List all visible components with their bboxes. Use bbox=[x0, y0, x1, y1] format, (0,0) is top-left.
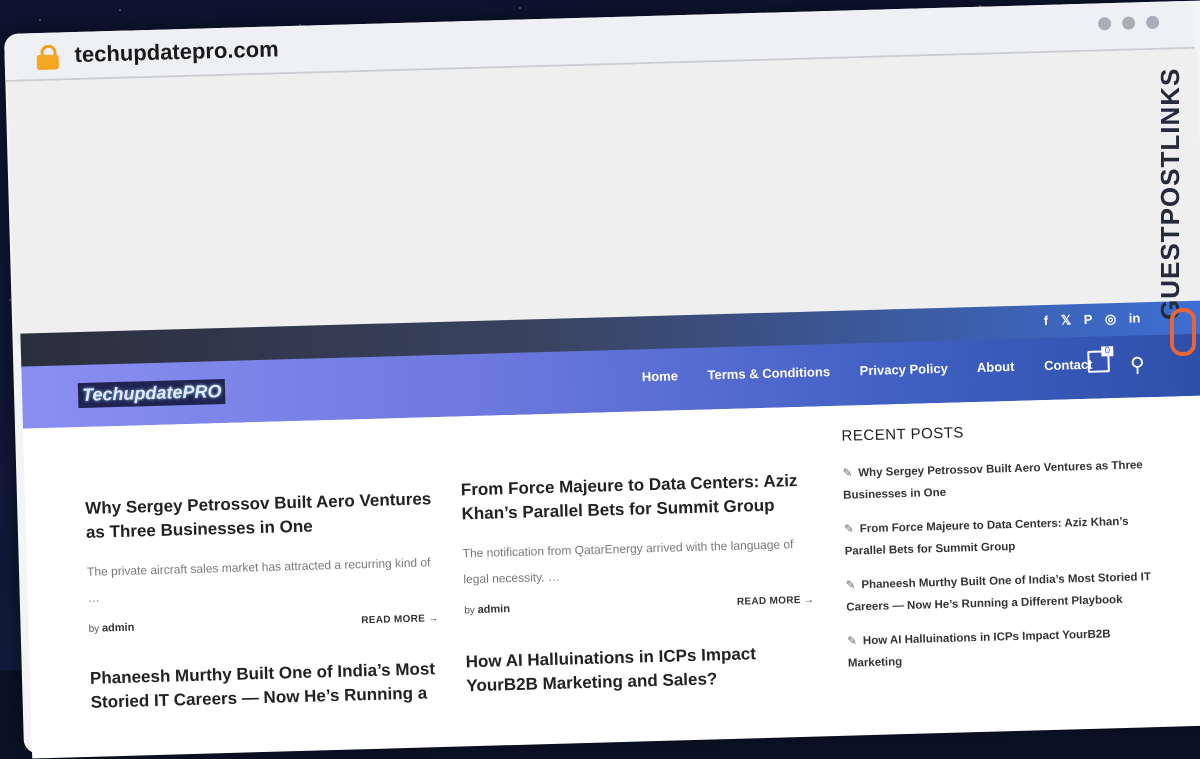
window-dot-icon[interactable] bbox=[1145, 15, 1160, 30]
edit-icon: ✎ bbox=[847, 635, 858, 648]
recent-post-link[interactable]: Phaneesh Murthy Built One of India’s Mos… bbox=[846, 571, 1151, 614]
post-excerpt: The notification from QatarEnergy arrive… bbox=[462, 537, 794, 587]
recent-post-item[interactable]: ✎ From Force Majeure to Data Centers: Azi… bbox=[844, 510, 1165, 563]
search-icon[interactable]: ⚲ bbox=[1130, 352, 1145, 376]
by-label: by bbox=[88, 623, 100, 635]
site-logo[interactable]: TechupdatePRO bbox=[77, 378, 226, 409]
post-meta: by admin READ MORE → bbox=[88, 613, 439, 635]
window-dot-icon[interactable] bbox=[1097, 17, 1112, 31]
main-menu: Home Terms & Conditions Privacy Policy A… bbox=[642, 356, 1119, 385]
facebook-icon[interactable]: f bbox=[1044, 313, 1049, 328]
edit-icon: ✎ bbox=[844, 523, 854, 536]
recent-posts-widget: RECENT POSTS ✎ Why Sergey Petrossov Built… bbox=[841, 419, 1168, 687]
post-excerpt: The private aircraft sales market has at… bbox=[86, 555, 431, 605]
recent-post-item[interactable]: ✎ How AI Halluinations in ICPs Impact You… bbox=[847, 622, 1168, 675]
edit-icon: ✎ bbox=[842, 467, 853, 480]
pinterest-icon[interactable]: P bbox=[1084, 312, 1093, 327]
main-content: Why Sergey Petrossov Built Aero Ventures… bbox=[23, 395, 1200, 759]
instagram-icon[interactable]: ◎ bbox=[1105, 311, 1117, 326]
lock-icon bbox=[36, 44, 60, 71]
post-card: How AI Halluinations in ICPs Impact Your… bbox=[465, 641, 817, 713]
nav-about[interactable]: About bbox=[977, 359, 1015, 375]
edit-icon: ✎ bbox=[845, 579, 856, 592]
twitter-icon[interactable]: 𝕏 bbox=[1060, 312, 1071, 327]
browser-window: techupdatepro.com f 𝕏 P ◎ in TechupdateP… bbox=[4, 0, 1200, 759]
by-label: by bbox=[464, 605, 475, 617]
recent-post-item[interactable]: ✎ Phaneesh Murthy Built One of India’s Mo… bbox=[845, 566, 1166, 619]
post-title[interactable]: Why Sergey Petrossov Built Aero Ventures… bbox=[85, 487, 436, 545]
post-card: Why Sergey Petrossov Built Aero Ventures… bbox=[85, 487, 439, 635]
ad-placeholder bbox=[7, 48, 1200, 344]
widget-heading: RECENT POSTS bbox=[841, 424, 965, 445]
post-author[interactable]: admin bbox=[102, 622, 135, 635]
post-card: From Force Majeure to Data Centers: Aziz… bbox=[461, 469, 815, 617]
post-card: Phaneesh Murthy Built One of India’s Mos… bbox=[90, 657, 442, 729]
post-title[interactable]: From Force Majeure to Data Centers: Aziz… bbox=[461, 469, 812, 527]
window-dot-icon[interactable] bbox=[1121, 16, 1136, 30]
post-title[interactable]: Phaneesh Murthy Built One of India’s Mos… bbox=[90, 657, 441, 715]
post-meta: by admin READ MORE → bbox=[464, 595, 814, 617]
nav-privacy[interactable]: Privacy Policy bbox=[859, 361, 948, 378]
nav-home[interactable]: Home bbox=[642, 368, 679, 384]
recent-post-link[interactable]: From Force Majeure to Data Centers: Aziz… bbox=[845, 516, 1129, 558]
post-title[interactable]: How AI Halluinations in ICPs Impact Your… bbox=[465, 641, 816, 699]
window-controls bbox=[1097, 13, 1171, 34]
nav-terms[interactable]: Terms & Conditions bbox=[707, 364, 830, 382]
recent-post-link[interactable]: Why Sergey Petrossov Built Aero Ventures… bbox=[843, 459, 1143, 501]
social-links: f 𝕏 P ◎ in bbox=[1035, 310, 1141, 329]
guestpostlinks-badge: GUESTPOSTLINKS bbox=[1150, 60, 1200, 360]
browser-frame: techupdatepro.com f 𝕏 P ◎ in TechupdateP… bbox=[4, 0, 1200, 759]
url-text[interactable]: techupdatepro.com bbox=[74, 36, 279, 68]
brand-text: GUESTPOSTLINKS bbox=[1155, 67, 1185, 320]
chain-link-icon bbox=[1170, 308, 1196, 356]
recent-post-link[interactable]: How AI Halluinations in ICPs Impact Your… bbox=[848, 628, 1111, 669]
recent-post-item[interactable]: ✎ Why Sergey Petrossov Built Aero Venture… bbox=[842, 454, 1163, 507]
read-more-link[interactable]: READ MORE → bbox=[361, 613, 438, 626]
post-author[interactable]: admin bbox=[477, 603, 510, 616]
read-more-link[interactable]: READ MORE → bbox=[737, 595, 814, 608]
cart-count: 0 bbox=[1101, 346, 1114, 357]
cart-icon[interactable]: 0 bbox=[1087, 346, 1114, 373]
linkedin-icon[interactable]: in bbox=[1129, 310, 1141, 325]
header-icons: 0 ⚲ bbox=[1087, 346, 1145, 378]
nav-contact[interactable]: Contact bbox=[1044, 357, 1093, 373]
